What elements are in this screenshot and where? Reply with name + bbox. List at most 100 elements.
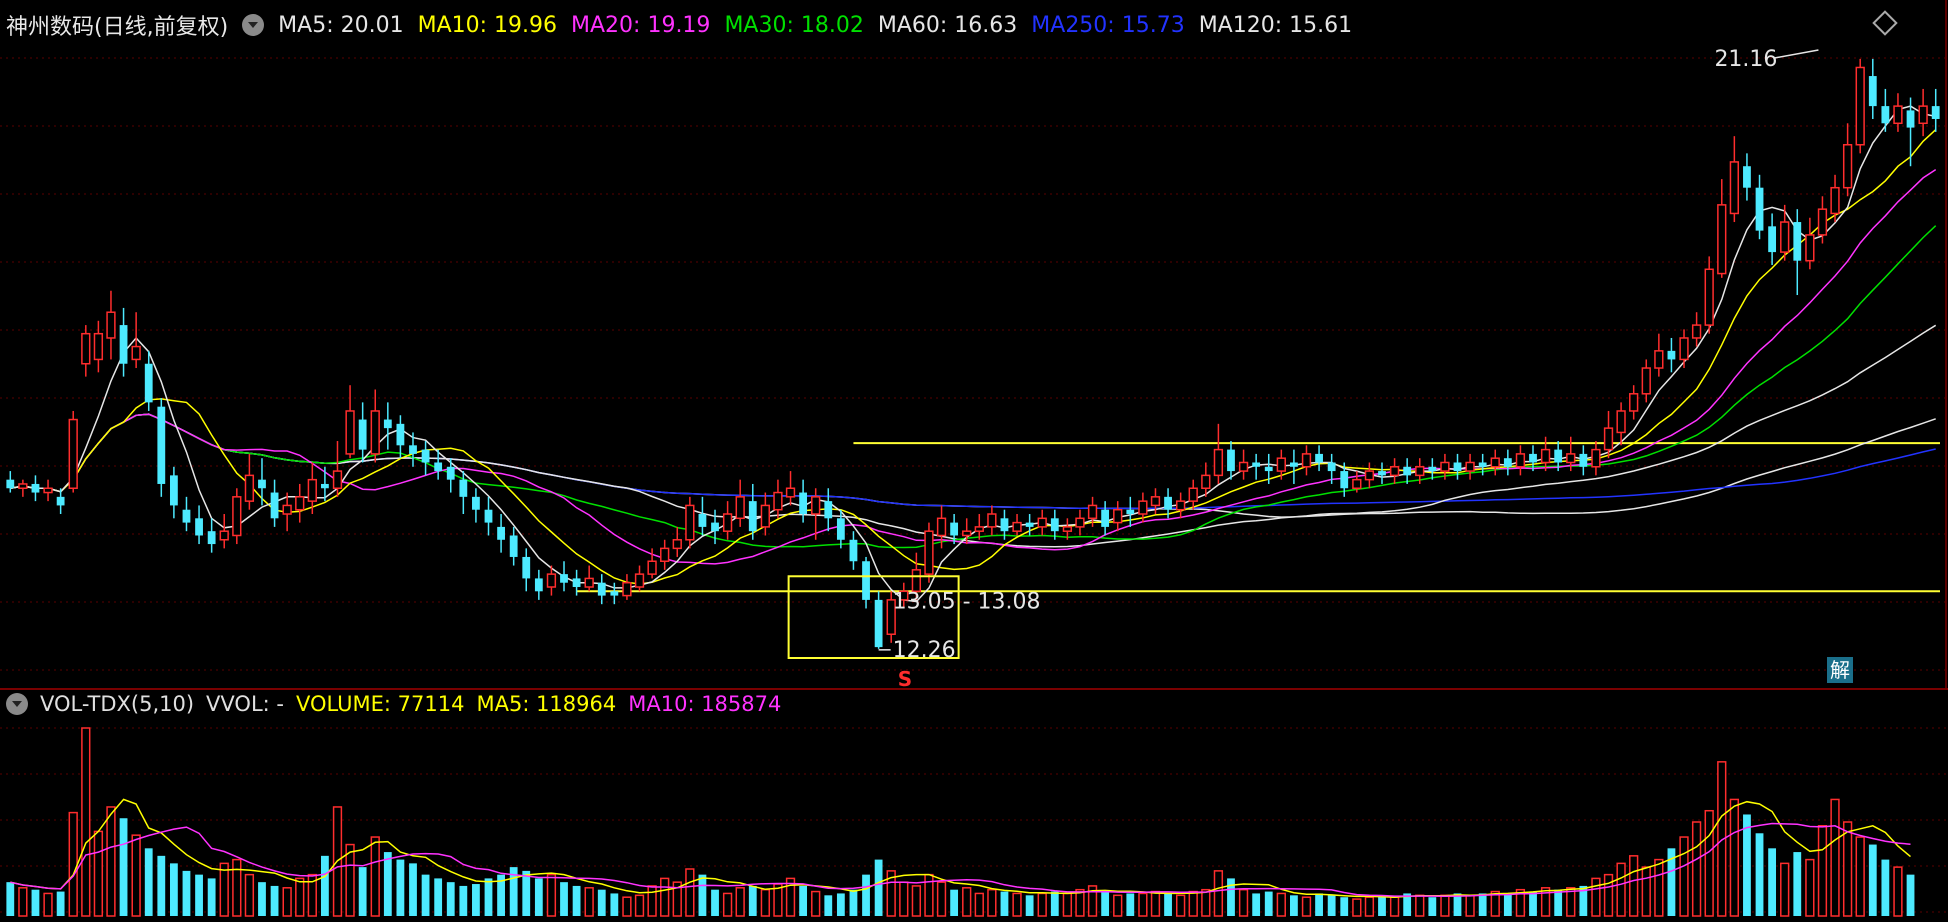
- candle-body: [1201, 474, 1211, 490]
- candle-body: [1415, 466, 1425, 477]
- candle-body: [1729, 161, 1740, 215]
- candle-body: [1691, 324, 1702, 339]
- candle-body: [1554, 449, 1563, 463]
- candle-body: [1000, 518, 1009, 532]
- price-pane[interactable]: 13.05 - 13.08 12.26 S 21.16: [0, 0, 1948, 691]
- candle-body: [1515, 453, 1526, 468]
- stock-name[interactable]: 神州数码(日线,前复权): [6, 9, 228, 41]
- candle-body: [1238, 461, 1249, 472]
- volume-bar: [660, 877, 670, 917]
- volume-label: VOLUME: 77114: [295, 692, 465, 716]
- volume-bar: [282, 887, 292, 917]
- volume-bar: [1893, 866, 1903, 917]
- volume-bar: [295, 877, 305, 917]
- candle-body: [383, 419, 392, 429]
- candle-body: [924, 530, 934, 575]
- candle-body: [1403, 466, 1412, 476]
- candle-body: [307, 478, 317, 502]
- volume-bar: [748, 885, 757, 916]
- volume-bar: [409, 863, 417, 916]
- candle-body: [1540, 448, 1551, 464]
- candle-body: [1931, 106, 1940, 119]
- candle-body: [1126, 509, 1135, 515]
- candle-body: [459, 479, 468, 497]
- candle-body: [1213, 448, 1224, 477]
- volume-dropdown-icon[interactable]: [6, 693, 28, 715]
- volume-bar: [1691, 821, 1702, 917]
- volume-bar: [862, 874, 870, 916]
- volume-bar: [560, 882, 568, 916]
- candle-body: [497, 526, 505, 540]
- candle-body: [1290, 462, 1298, 467]
- candle-body: [785, 487, 796, 498]
- candle-body: [1667, 350, 1676, 360]
- volume-bar: [1743, 814, 1751, 916]
- candle-body: [1301, 453, 1312, 468]
- candle-body: [43, 487, 53, 494]
- candle-body: [1743, 166, 1751, 188]
- candle-body: [1252, 462, 1261, 467]
- volume-bar: [722, 892, 733, 917]
- volume-bar: [1340, 897, 1349, 916]
- volume-bar: [1591, 877, 1601, 917]
- volume-bar: [232, 858, 242, 917]
- volume-bar: [1150, 890, 1161, 917]
- volume-chart[interactable]: [0, 688, 1948, 918]
- volume-bar: [698, 874, 707, 916]
- candle-body: [144, 363, 153, 403]
- volume-bar: [421, 874, 430, 916]
- candle-body: [1138, 500, 1148, 515]
- vvol-label: VVOL: -: [206, 692, 284, 716]
- volume-bar: [157, 855, 166, 916]
- volume-bar: [1037, 892, 1047, 917]
- volume-bar: [472, 884, 480, 916]
- volume-bar: [258, 882, 266, 916]
- volume-bar: [1315, 893, 1323, 916]
- volume-bar: [1641, 866, 1651, 917]
- candle-body: [295, 496, 305, 511]
- candle-body: [68, 418, 78, 490]
- ma30-label: MA30: 18.02: [724, 12, 864, 38]
- candle-body: [698, 514, 707, 527]
- vol-ma5-label: MA5: 118964: [476, 692, 617, 716]
- volume-bar: [1830, 798, 1840, 917]
- ma120-label: MA120: 15.61: [1198, 12, 1353, 38]
- candle-body: [6, 479, 15, 489]
- volume-bar: [1238, 888, 1249, 917]
- volume-bar: [446, 882, 455, 916]
- volume-pane[interactable]: [0, 688, 1948, 918]
- candle-body: [1327, 462, 1336, 472]
- candle-body: [1679, 337, 1689, 361]
- price-indicator-bar: 神州数码(日线,前复权) MA5: 20.01 MA10: 19.96 MA20…: [6, 9, 1366, 41]
- volume-bar: [1755, 833, 1764, 916]
- volume-indicator-name[interactable]: VOL-TDX(5,10): [40, 692, 194, 716]
- volume-bar: [1364, 896, 1375, 917]
- volume-bar: [1881, 859, 1890, 916]
- candle-body: [31, 483, 40, 493]
- candle-body: [131, 345, 141, 361]
- ma20-label: MA20: 19.19: [571, 12, 711, 38]
- candle-body: [572, 578, 581, 588]
- volume-bar: [1213, 870, 1224, 917]
- jie-button[interactable]: 解: [1827, 657, 1853, 683]
- volume-bar: [1780, 862, 1790, 917]
- volume-indicator-bar: VOL-TDX(5,10) VVOL: - VOLUME: 77114 MA5:…: [6, 690, 793, 718]
- candle-body: [1490, 457, 1500, 468]
- candle-body: [1603, 427, 1614, 451]
- price-chart[interactable]: 13.05 - 13.08 12.26 S 21.16: [0, 0, 1948, 691]
- volume-bar: [622, 896, 632, 917]
- volume-bar: [56, 891, 65, 916]
- candle-body: [660, 547, 670, 562]
- volume-bar: [31, 889, 40, 916]
- volume-bar: [936, 881, 947, 917]
- candle-body: [421, 449, 430, 463]
- volume-bar: [1554, 889, 1563, 916]
- high-pointer: [1774, 49, 1819, 59]
- volume-bar: [1704, 809, 1714, 917]
- indicator-dropdown-icon[interactable]: [242, 14, 265, 36]
- volume-bar: [182, 870, 191, 916]
- candle-body: [81, 332, 91, 365]
- volume-bar: [1012, 892, 1022, 917]
- volume-bar: [383, 852, 392, 916]
- volume-bar: [358, 867, 367, 916]
